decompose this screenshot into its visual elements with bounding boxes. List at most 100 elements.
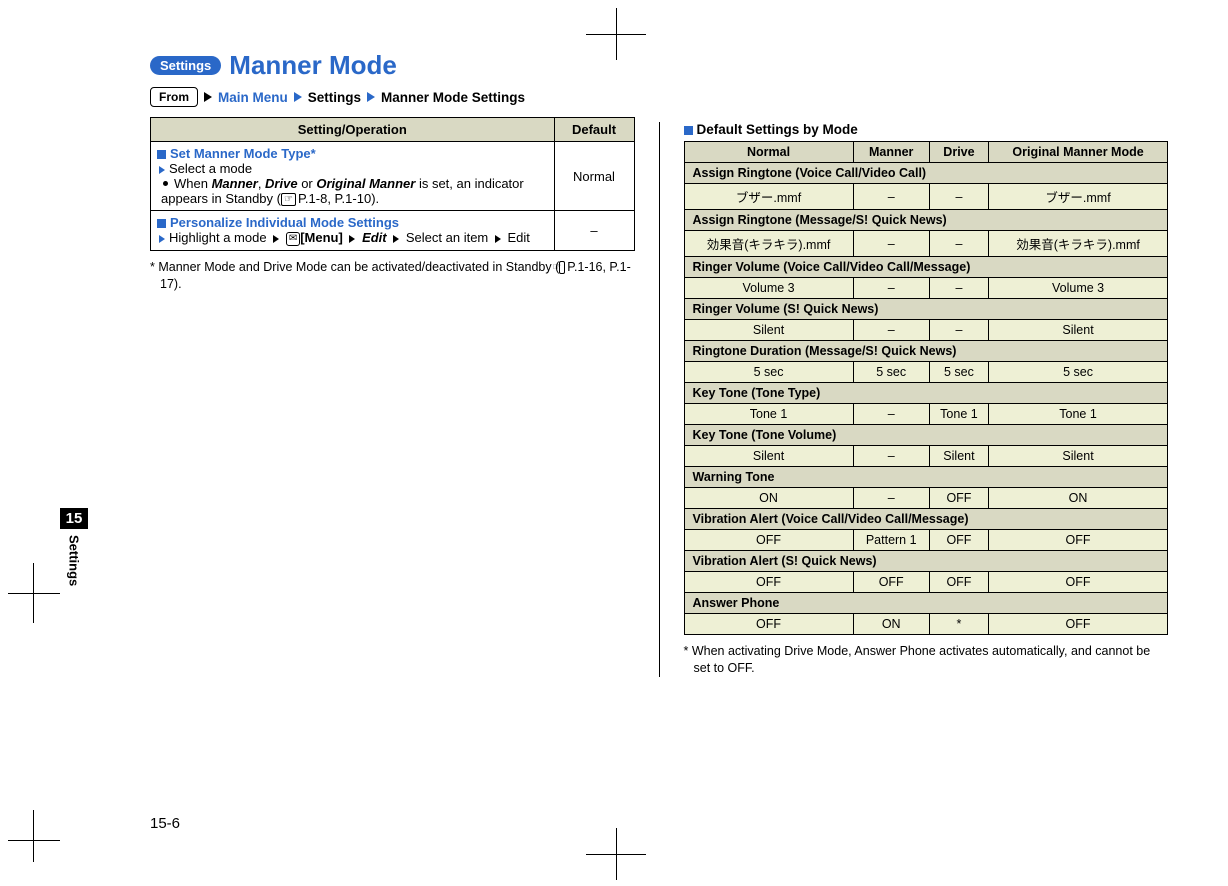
setting-step: Highlight a mode	[169, 230, 267, 245]
mode-value: –	[853, 488, 929, 509]
breadcrumb: From Main Menu Settings Manner Mode Sett…	[150, 87, 635, 107]
chevron-right-icon	[204, 92, 212, 102]
mode-value: Silent	[684, 446, 853, 467]
mode-value: 5 sec	[989, 362, 1168, 383]
mode-value: Volume 3	[684, 278, 853, 299]
setting-cell: Set Manner Mode Type* Select a mode When…	[151, 142, 555, 211]
section-heading: Default Settings by Mode	[684, 122, 1169, 137]
arrow-right-icon	[495, 235, 501, 243]
mode-value: OFF	[929, 572, 988, 593]
group-label: Ringer Volume (S! Quick News)	[684, 299, 1168, 320]
mode-header: Normal	[684, 142, 853, 163]
mode-value: ON	[684, 488, 853, 509]
chevron-right-icon	[367, 92, 375, 102]
settings-badge: Settings	[150, 56, 221, 75]
group-label: Ringer Volume (Voice Call/Video Call/Mes…	[684, 257, 1168, 278]
mode-value: 5 sec	[853, 362, 929, 383]
mode-value: ON	[853, 614, 929, 635]
chevron-right-icon	[294, 92, 302, 102]
mode-value: Silent	[989, 320, 1168, 341]
setting-note-text: ,	[258, 176, 265, 191]
group-label: Ringtone Duration (Message/S! Quick News…	[684, 341, 1168, 362]
setting-note-text: or	[298, 176, 317, 191]
mode-value: –	[929, 278, 988, 299]
left-column: Settings Manner Mode From Main Menu Sett…	[60, 50, 635, 677]
mode-value: 効果音(キラキラ).mmf	[989, 231, 1168, 257]
mode-value: –	[853, 320, 929, 341]
breadcrumb-item: Settings	[308, 90, 361, 105]
mode-value: *	[929, 614, 988, 635]
setting-step: Select an item	[406, 230, 488, 245]
cropmark	[8, 840, 60, 841]
cropmark	[8, 593, 60, 594]
group-label: Vibration Alert (Voice Call/Video Call/M…	[684, 509, 1168, 530]
setting-step: Edit	[508, 230, 530, 245]
mode-header: Original Manner Mode	[989, 142, 1168, 163]
table-header-row: Normal Manner Drive Original Manner Mode	[684, 142, 1168, 163]
page-ref-icon: ☞	[559, 261, 565, 274]
right-column: Default Settings by Mode Normal Manner D…	[684, 50, 1169, 677]
arrow-right-icon	[393, 235, 399, 243]
mode-value: OFF	[989, 530, 1168, 551]
mode-value: ブザー.mmf	[684, 184, 853, 210]
cropmark	[33, 810, 34, 862]
mode-value: –	[929, 231, 988, 257]
square-icon	[157, 219, 166, 228]
mail-icon: ✉	[286, 232, 300, 246]
chevron-right-icon	[159, 235, 165, 243]
mode-value: Silent	[989, 446, 1168, 467]
page-ref-icon: ☞	[281, 193, 296, 206]
mode-header: Manner	[853, 142, 929, 163]
mode-value: OFF	[684, 572, 853, 593]
col-header: Setting/Operation	[151, 118, 555, 142]
chevron-right-icon	[159, 166, 165, 174]
mode-header: Drive	[929, 142, 988, 163]
mode-value: –	[929, 320, 988, 341]
group-label: Warning Tone	[684, 467, 1168, 488]
footnote-text: * Manner Mode and Drive Mode can be acti…	[150, 260, 559, 274]
setting-note-text: When	[174, 176, 212, 191]
arrow-right-icon	[273, 235, 279, 243]
mode-value: Tone 1	[989, 404, 1168, 425]
default-cell: Normal	[554, 142, 634, 211]
section-heading-text: Default Settings by Mode	[697, 122, 858, 137]
breadcrumb-item: Main Menu	[218, 90, 288, 105]
mode-value: 効果音(キラキラ).mmf	[684, 231, 853, 257]
settings-table: Setting/Operation Default Set Manner Mod…	[150, 117, 635, 251]
setting-title: Personalize Individual Mode Settings	[170, 215, 399, 230]
page-number: 15-6	[150, 815, 180, 832]
mode-value: OFF	[989, 572, 1168, 593]
mode-value: OFF	[989, 614, 1168, 635]
bullet-icon	[163, 181, 168, 186]
menu-label: [Menu]	[300, 230, 343, 245]
col-header: Default	[554, 118, 634, 142]
setting-note-em: Drive	[265, 176, 298, 191]
mode-value: –	[929, 184, 988, 210]
mode-value: Tone 1	[929, 404, 988, 425]
footnote-left: * Manner Mode and Drive Mode can be acti…	[150, 259, 635, 293]
mode-value: ON	[989, 488, 1168, 509]
setting-step: Select a mode	[169, 161, 252, 176]
mode-value: –	[853, 184, 929, 210]
breadcrumb-item: Manner Mode Settings	[381, 90, 525, 105]
footnote-text: ).	[174, 277, 182, 291]
from-badge: From	[150, 87, 198, 107]
mode-value: Pattern 1	[853, 530, 929, 551]
cropmark	[33, 563, 34, 623]
setting-note-text: ).	[371, 191, 379, 206]
mode-value: OFF	[929, 530, 988, 551]
square-icon	[684, 126, 693, 135]
mode-value: 5 sec	[929, 362, 988, 383]
mode-value: OFF	[929, 488, 988, 509]
setting-cell: Personalize Individual Mode Settings Hig…	[151, 211, 555, 251]
page-title: Manner Mode	[229, 50, 397, 81]
mode-value: OFF	[684, 530, 853, 551]
page-ref: P.1-8, P.1-10	[298, 191, 371, 206]
group-label: Key Tone (Tone Volume)	[684, 425, 1168, 446]
group-label: Vibration Alert (S! Quick News)	[684, 551, 1168, 572]
mode-value: Silent	[929, 446, 988, 467]
mode-value: Tone 1	[684, 404, 853, 425]
footnote-right: * When activating Drive Mode, Answer Pho…	[684, 643, 1169, 677]
default-cell: –	[554, 211, 634, 251]
mode-value: 5 sec	[684, 362, 853, 383]
